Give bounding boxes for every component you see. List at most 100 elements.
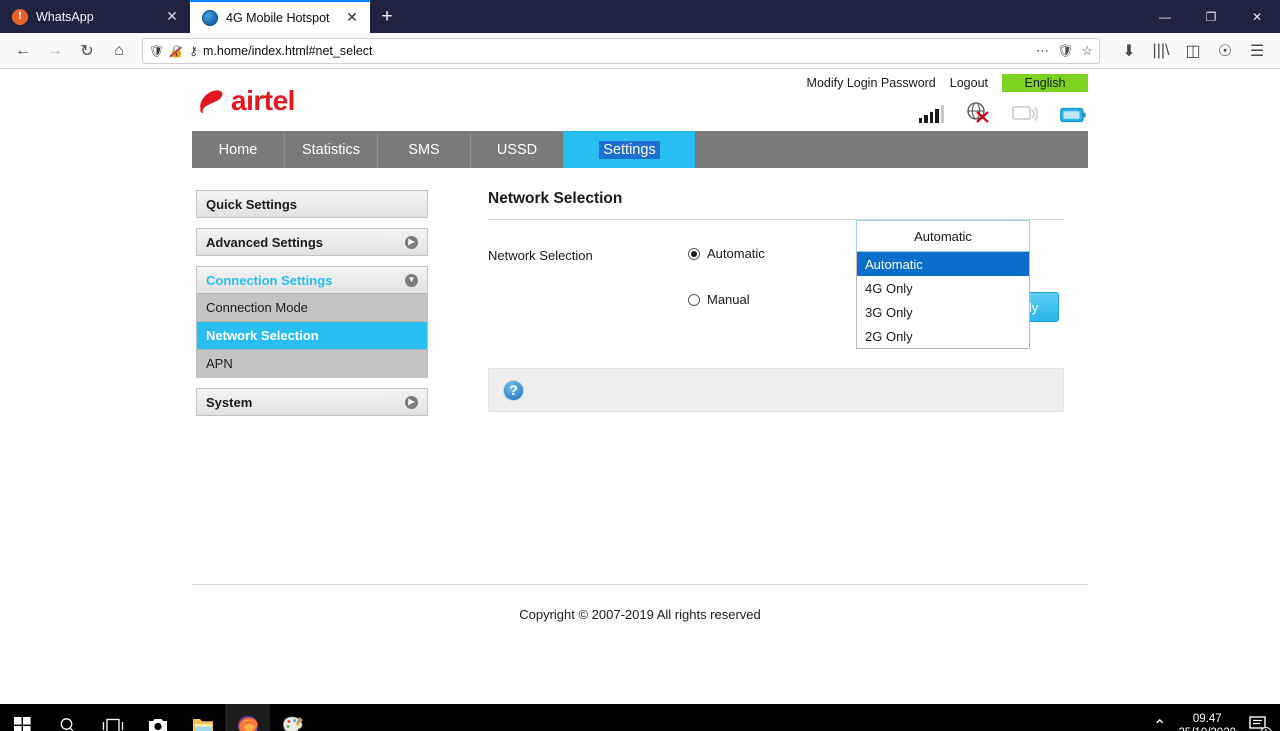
clock[interactable]: 09.47 25/10/2020 [1178, 712, 1236, 731]
sidebar-item-network-selection[interactable]: Network Selection [197, 321, 427, 349]
radio-indicator [688, 293, 700, 306]
tab-ussd[interactable]: USSD [471, 131, 564, 168]
downloads-icon[interactable]: ⬇ [1114, 36, 1144, 66]
sidebar-item-quick-settings[interactable]: Quick Settings [197, 191, 427, 217]
library-icon[interactable]: |||\ [1146, 36, 1176, 66]
minimize-button[interactable]: — [1142, 0, 1188, 33]
task-view-icon[interactable] [90, 704, 135, 731]
tray-chevron-icon[interactable]: ⌃ [1153, 716, 1166, 731]
network-mode-select[interactable]: Automatic Automatic 4G Only 3G Only 2G O… [856, 220, 1030, 349]
airtel-logo: airtel [196, 85, 295, 117]
file-explorer-icon[interactable] [180, 704, 225, 731]
account-icon[interactable]: ☉ [1210, 36, 1240, 66]
radio-automatic[interactable]: Automatic [688, 246, 848, 261]
sidebar: Quick Settings Advanced Settings ▶ Conne… [192, 190, 428, 426]
tab-label: Statistics [301, 141, 360, 158]
start-icon[interactable] [0, 704, 45, 731]
shield-icon[interactable]: 🛡 [149, 44, 164, 58]
sidebar-section-quick-settings[interactable]: Quick Settings [196, 190, 428, 218]
select-option-2g-only[interactable]: 2G Only [857, 324, 1029, 348]
forward-button[interactable]: → [40, 36, 70, 66]
bookmark-star-icon[interactable]: ☆ [1081, 43, 1093, 59]
camera-icon[interactable] [135, 704, 180, 731]
sidebar-item-label: Connection Settings [206, 272, 333, 288]
radio-indicator [688, 247, 700, 260]
modify-login-password-link[interactable]: Modify Login Password [807, 76, 936, 90]
close-window-button[interactable]: ✕ [1234, 0, 1280, 33]
tab-label: SMS [408, 141, 440, 158]
sidebar-item-label: System [206, 394, 253, 410]
browser-tab-hotspot[interactable]: 4G Mobile Hotspot ✕ [190, 0, 370, 33]
select-options-list: Automatic 4G Only 3G Only 2G Only [856, 252, 1030, 349]
url-bar[interactable]: 🛡 🔒 ⚷ m.home/index.html#net_select ⋯ 🛡 ☆ [142, 37, 1100, 64]
reload-button[interactable]: ↻ [72, 36, 102, 66]
close-icon[interactable]: ✕ [344, 9, 360, 26]
notifications-icon[interactable]: 1 [1248, 715, 1272, 731]
page-footer: Copyright © 2007-2019 All rights reserve… [192, 584, 1088, 622]
tab-home[interactable]: Home [192, 131, 285, 168]
router-body: Quick Settings Advanced Settings ▶ Conne… [192, 168, 1088, 426]
maximize-button[interactable]: ❐ [1188, 0, 1234, 33]
browser-nav-bar: ← → ↻ ⌂ 🛡 🔒 ⚷ m.home/index.html#net_sele… [0, 33, 1280, 69]
content-panel: Network Selection Network Selection Auto… [428, 190, 1088, 426]
page-actions-icon[interactable]: ⋯ [1036, 43, 1049, 59]
sidebar-item-label: APN [206, 356, 233, 371]
tab-statistics[interactable]: Statistics [285, 131, 378, 168]
field-label: Network Selection [488, 248, 593, 263]
new-tab-button[interactable]: + [370, 0, 404, 33]
tracking-protection-icon[interactable]: 🛡 [1057, 43, 1074, 59]
sidebar-item-label: Advanced Settings [206, 234, 324, 250]
tab-label: Settings [599, 140, 660, 159]
close-icon[interactable]: ✕ [164, 8, 180, 25]
sidebar-item-label: Connection Mode [206, 300, 308, 315]
firefox-icon[interactable] [225, 704, 270, 731]
key-icon[interactable]: ⚷ [189, 44, 198, 58]
logout-link[interactable]: Logout [950, 76, 988, 90]
lock-crossed-icon[interactable]: 🔒 [169, 44, 184, 58]
browser-tab-bar: ! WhatsApp ✕ 4G Mobile Hotspot ✕ + — ❐ ✕ [0, 0, 1280, 33]
menu-icon[interactable]: ☰ [1242, 36, 1272, 66]
header-links: Modify Login Password Logout English [807, 74, 1088, 92]
network-selection-form: Network Selection Automatic Manual Apply [488, 220, 1064, 349]
network-mode-radio-group: Automatic Manual [688, 246, 848, 340]
chevron-right-icon: ▶ [405, 235, 418, 249]
sidebar-section-advanced-settings[interactable]: Advanced Settings ▶ [196, 228, 428, 256]
select-option-automatic[interactable]: Automatic [857, 252, 1029, 276]
globe-disconnected-icon [967, 102, 989, 123]
clock-time: 09.47 [1192, 712, 1222, 725]
browser-tab-whatsapp[interactable]: ! WhatsApp ✕ [0, 0, 190, 33]
signal-bars-icon [918, 105, 944, 123]
globe-icon [202, 9, 218, 26]
sidebar-icon[interactable]: ◫ [1178, 36, 1208, 66]
sidebar-item-label: Network Selection [206, 328, 319, 343]
question-mark-icon[interactable]: ? [503, 379, 524, 401]
tab-title: 4G Mobile Hotspot [226, 10, 330, 25]
clock-date: 25/10/2020 [1178, 726, 1236, 731]
sidebar-section-system[interactable]: System ▶ [196, 388, 428, 416]
chevron-down-icon: ▼ [405, 273, 418, 287]
select-option-4g-only[interactable]: 4G Only [857, 276, 1029, 300]
router-nav-tabs: Home Statistics SMS USSD Settings [192, 131, 1088, 168]
language-selector[interactable]: English [1002, 74, 1088, 92]
sidebar-item-apn[interactable]: APN [197, 349, 427, 377]
select-value[interactable]: Automatic [856, 220, 1030, 252]
tab-settings[interactable]: Settings [564, 131, 695, 168]
tab-sms[interactable]: SMS [378, 131, 471, 168]
url-text[interactable]: m.home/index.html#net_select [203, 44, 1031, 58]
sidebar-item-advanced-settings[interactable]: Advanced Settings ▶ [197, 229, 427, 255]
search-icon[interactable] [45, 704, 90, 731]
airtel-logo-text: airtel [231, 85, 295, 116]
tab-title: WhatsApp [36, 9, 94, 24]
select-option-3g-only[interactable]: 3G Only [857, 300, 1029, 324]
sidebar-item-system[interactable]: System ▶ [197, 389, 427, 415]
sidebar-item-connection-mode[interactable]: Connection Mode [197, 293, 427, 321]
radio-manual[interactable]: Manual [688, 292, 848, 307]
back-button[interactable]: ← [8, 36, 38, 66]
home-button[interactable]: ⌂ [104, 36, 134, 66]
page-title: Network Selection [488, 190, 623, 207]
radio-label: Automatic [707, 246, 765, 261]
sidebar-item-label: Quick Settings [206, 196, 298, 212]
paint-icon[interactable] [270, 704, 315, 731]
sidebar-section-connection-settings: Connection Settings ▼ Connection Mode Ne… [196, 266, 428, 378]
sidebar-item-connection-settings[interactable]: Connection Settings ▼ [197, 267, 427, 293]
